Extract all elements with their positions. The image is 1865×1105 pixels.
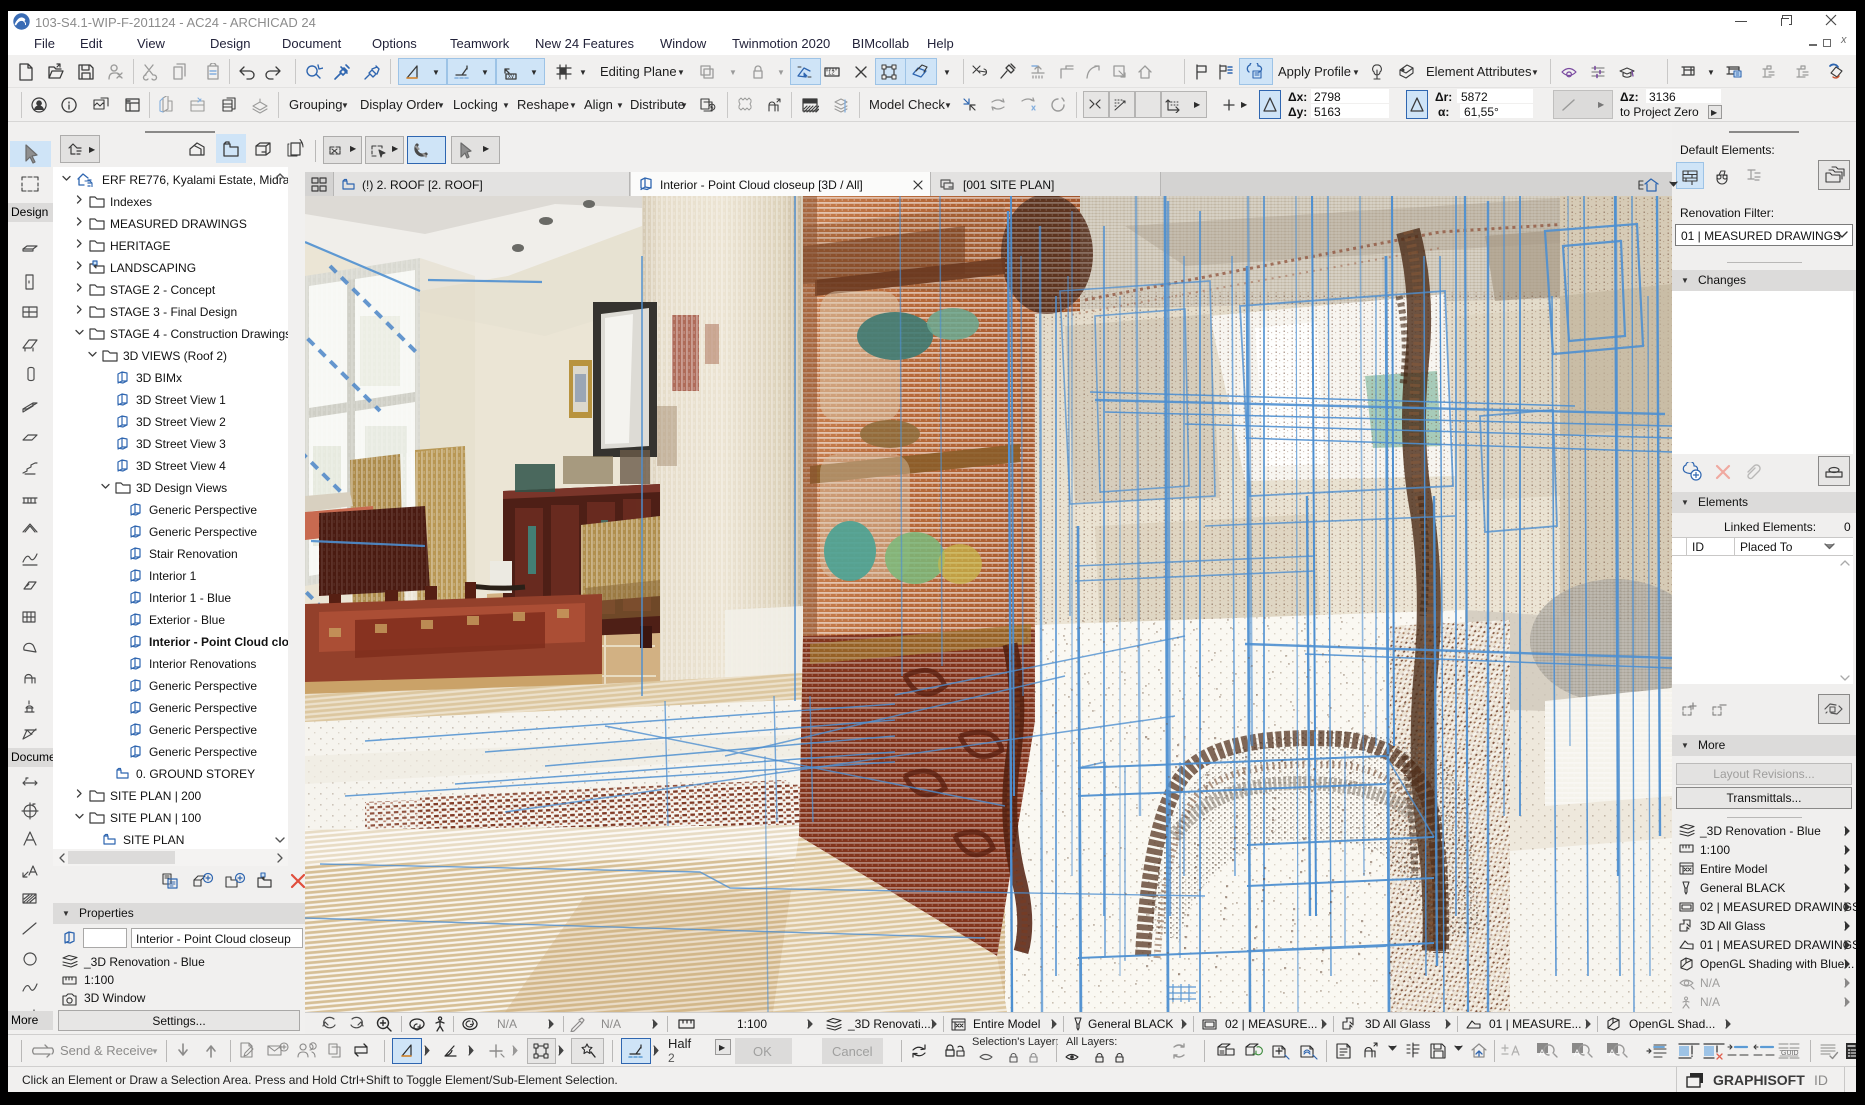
svg-text:12: 12 — [828, 71, 835, 77]
svg-text:xy: xy — [508, 74, 514, 80]
